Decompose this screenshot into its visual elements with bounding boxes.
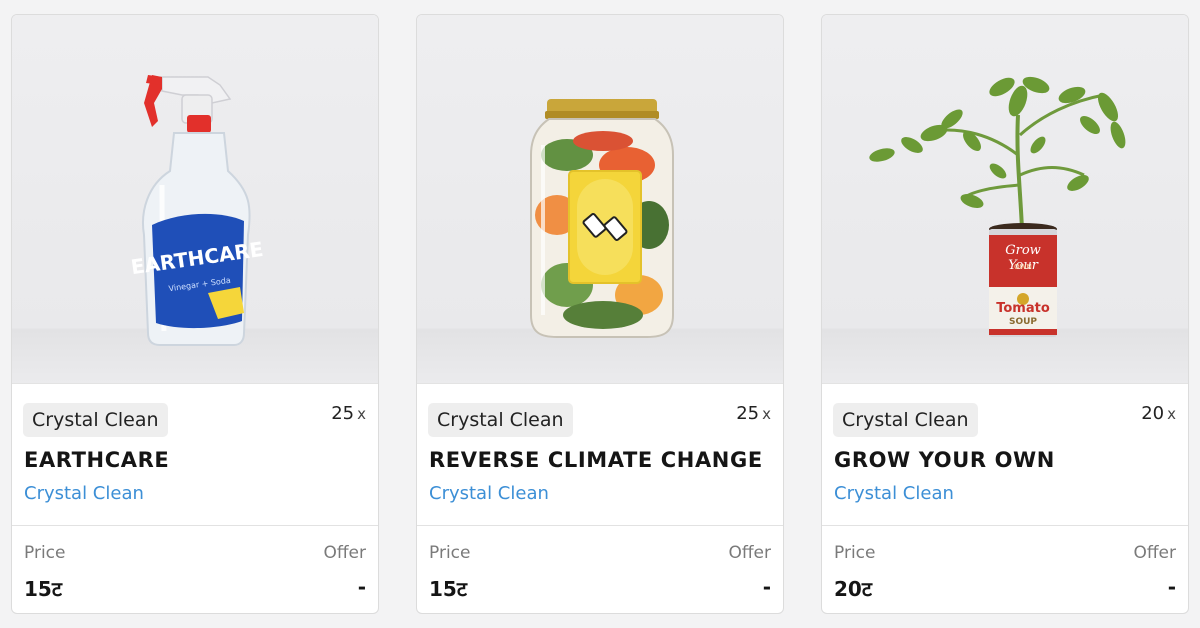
product-title[interactable]: GROW YOUR OWN <box>834 448 1055 472</box>
divider <box>822 525 1188 526</box>
quantity-badge: 25 x <box>331 403 366 424</box>
can-tomato-text: Tomato <box>989 301 1057 316</box>
offer-value: - <box>357 575 366 599</box>
offer-value: - <box>1167 575 1176 599</box>
quantity-value: 25 <box>331 403 355 424</box>
divider <box>12 525 378 526</box>
price-value: 15ट <box>24 577 62 601</box>
product-image-jar[interactable] <box>417 15 783 384</box>
can-label-subtext: OWN <box>1014 263 1032 271</box>
product-card[interactable]: Grow Your OWN Tomato SOUP Crystal Clean … <box>821 14 1189 614</box>
quantity-suffix: x <box>357 405 366 423</box>
offer-label: Offer <box>323 543 366 563</box>
category-tag[interactable]: Crystal Clean <box>23 403 168 437</box>
price-label: Price <box>24 543 66 563</box>
divider <box>417 525 783 526</box>
can-label-sub: OWN <box>989 263 1057 271</box>
price-label: Price <box>429 543 471 563</box>
can-soup-text: SOUP <box>989 317 1057 327</box>
category-tag[interactable]: Crystal Clean <box>833 403 978 437</box>
product-title[interactable]: EARTHCARE <box>24 448 169 472</box>
can-text: Tomato <box>996 301 1050 316</box>
offer-label: Offer <box>728 543 771 563</box>
category-tag[interactable]: Crystal Clean <box>428 403 573 437</box>
product-card[interactable]: EARTHCARE Vinegar + Soda Crystal Clean 2… <box>11 14 379 614</box>
offer-label: Offer <box>1133 543 1176 563</box>
quantity-value: 25 <box>736 403 760 424</box>
price-value: 20ट <box>834 577 872 601</box>
product-title[interactable]: REVERSE CLIMATE CHANGE <box>429 448 763 472</box>
product-card[interactable]: Crystal Clean 25 x REVERSE CLIMATE CHANGE… <box>416 14 784 614</box>
seller-link[interactable]: Crystal Clean <box>24 483 144 504</box>
quantity-badge: 25 x <box>736 403 771 424</box>
product-image-spray-bottle[interactable]: EARTHCARE Vinegar + Soda <box>12 15 378 384</box>
seller-link[interactable]: Crystal Clean <box>834 483 954 504</box>
price-label: Price <box>834 543 876 563</box>
quantity-value: 20 <box>1141 403 1165 424</box>
offer-value: - <box>762 575 771 599</box>
product-image-plant-can[interactable]: Grow Your OWN Tomato SOUP <box>822 15 1188 384</box>
price-value: 15ट <box>429 577 467 601</box>
quantity-suffix: x <box>1167 405 1176 423</box>
seller-link[interactable]: Crystal Clean <box>429 483 549 504</box>
can-text2: SOUP <box>1008 317 1038 327</box>
quantity-badge: 20 x <box>1141 403 1176 424</box>
quantity-suffix: x <box>762 405 771 423</box>
